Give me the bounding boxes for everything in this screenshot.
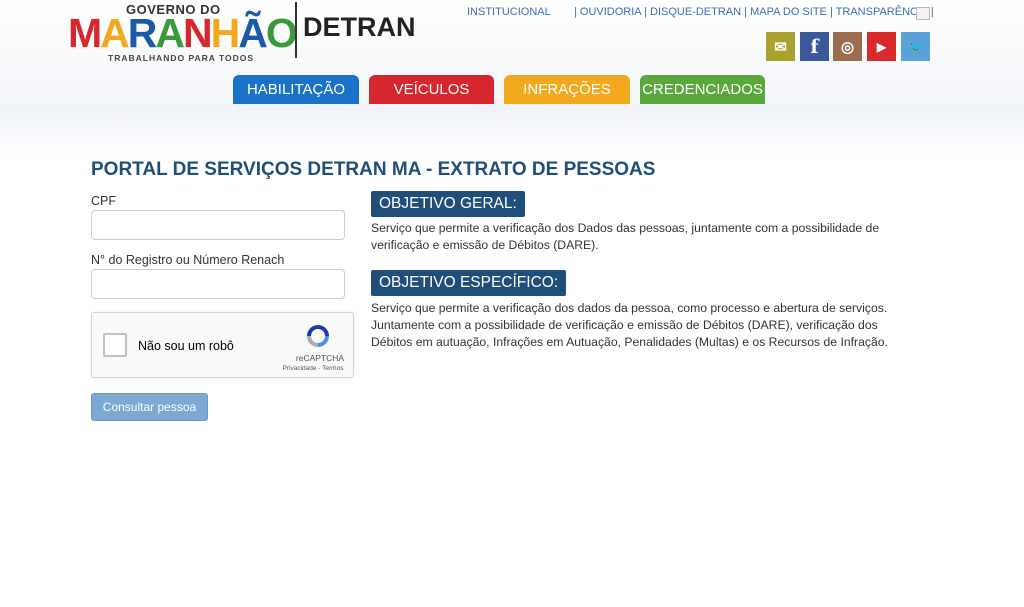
consultar-pessoa-button[interactable]: Consultar pessoa bbox=[91, 393, 208, 421]
tab-veiculos[interactable]: VEÍCULOS bbox=[369, 75, 494, 104]
twitter-icon[interactable]: 🐦 bbox=[901, 32, 930, 61]
recaptcha-label: Não sou um robô bbox=[138, 339, 234, 353]
youtube-icon[interactable]: ▶ bbox=[867, 32, 896, 61]
recaptcha-logo-icon bbox=[307, 325, 329, 347]
link-disque-detran[interactable]: | DISQUE-DETRAN bbox=[644, 6, 741, 18]
recaptcha-links[interactable]: Privacidade - Termos bbox=[276, 365, 350, 372]
tab-credenciados[interactable]: CREDENCIADOS bbox=[640, 75, 765, 104]
link-mapa-do-site[interactable]: | MAPA DO SITE bbox=[744, 6, 827, 18]
recaptcha-brand: reCAPTCHA bbox=[295, 353, 345, 363]
objetivo-geral-text: Serviço que permite a verificação dos Da… bbox=[371, 221, 880, 252]
page-title: PORTAL DE SERVIÇOS DETRAN MA - EXTRATO D… bbox=[91, 159, 656, 180]
recaptcha-widget: Não sou um robô reCAPTCHA Privacidade - … bbox=[91, 312, 354, 378]
detran-title[interactable]: DETRAN bbox=[303, 12, 416, 43]
instagram-icon[interactable]: ◎ bbox=[833, 32, 862, 61]
recaptcha-checkbox[interactable] bbox=[103, 333, 127, 357]
objetivo-especifico-heading: OBJETIVO ESPECÍFICO: bbox=[371, 270, 567, 296]
tab-habilitacao[interactable]: HABILITAÇÃO bbox=[233, 75, 359, 104]
header-shadow-band bbox=[0, 104, 1024, 156]
link-ouvidoria[interactable]: | OUVIDORIA bbox=[574, 6, 641, 18]
registro-input[interactable] bbox=[91, 269, 345, 299]
mail-icon[interactable]: ✉ bbox=[766, 32, 795, 61]
top-links: | OUVIDORIA | DISQUE-DETRAN | MAPA DO SI… bbox=[574, 6, 934, 18]
tab-infracoes[interactable]: INFRAÇÕES bbox=[504, 75, 630, 104]
site-header: GOVERNO DO MARANHÃO TRABALHANDO PARA TOD… bbox=[0, 0, 1024, 104]
objetivo-geral-heading: OBJETIVO GERAL: bbox=[371, 191, 525, 217]
governo-maranhao-logo[interactable]: GOVERNO DO MARANHÃO TRABALHANDO PARA TOD… bbox=[68, 2, 298, 66]
objetivo-especifico-text: Serviço que permite a verificação dos da… bbox=[371, 301, 888, 349]
registro-label: N° do Registro ou Número Renach bbox=[91, 253, 285, 267]
cpf-label: CPF bbox=[91, 194, 116, 208]
logo-slogan: TRABALHANDO PARA TODOS bbox=[108, 53, 255, 63]
cpf-input[interactable] bbox=[91, 210, 345, 240]
broken-image-icon bbox=[916, 7, 930, 20]
logo-wordmark: MARANHÃO bbox=[68, 10, 298, 56]
facebook-icon[interactable]: f bbox=[800, 32, 829, 61]
logo-divider bbox=[295, 2, 297, 58]
link-institucional[interactable]: INSTITUCIONAL bbox=[467, 6, 551, 18]
